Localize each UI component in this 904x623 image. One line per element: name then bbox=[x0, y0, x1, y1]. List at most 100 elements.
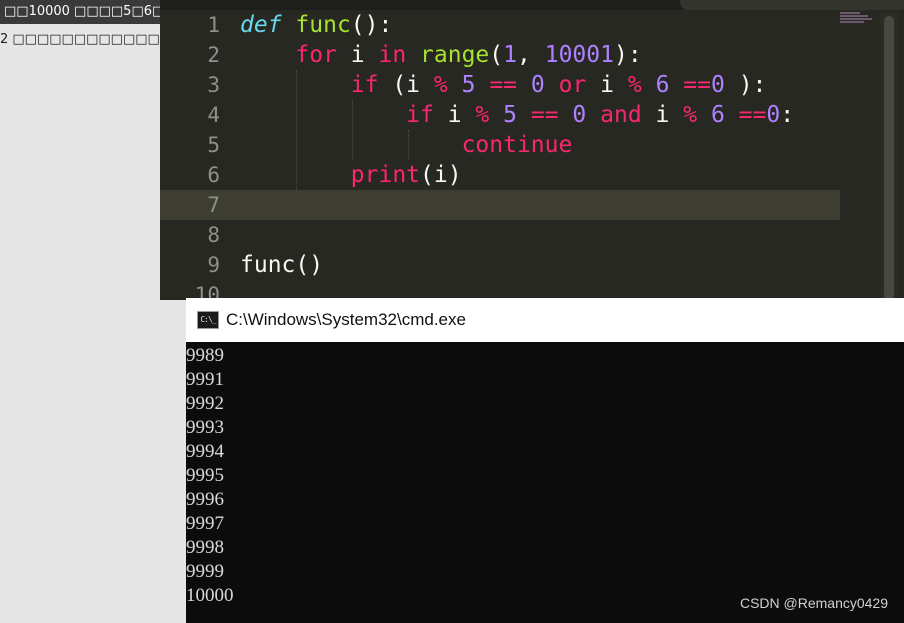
cmd-output[interactable]: 9989 9991 9992 9993 9994 9995 9996 9997 … bbox=[186, 344, 904, 608]
line-number: 8 bbox=[207, 223, 220, 247]
watermark: CSDN @Remancy0429 bbox=[739, 595, 888, 611]
code-text: : bbox=[780, 102, 795, 128]
output-line: 9993 bbox=[186, 417, 224, 438]
code-text: i bbox=[586, 72, 628, 98]
code-line-current[interactable]: 7 bbox=[160, 190, 840, 220]
cmd-window-title: C:\Windows\System32\cmd.exe bbox=[226, 310, 466, 329]
line-number: 6 bbox=[207, 163, 220, 187]
code-text: (): bbox=[350, 12, 393, 38]
number-literal: 0 bbox=[530, 72, 545, 98]
line-number: 1 bbox=[207, 13, 220, 37]
operator: % bbox=[475, 102, 490, 128]
output-line: 9996 bbox=[186, 489, 224, 510]
indent-guide bbox=[408, 130, 409, 160]
operator: % bbox=[627, 72, 642, 98]
terminal-icon: C:\_ bbox=[197, 311, 219, 329]
code-line[interactable]: 10 bbox=[160, 280, 840, 300]
code-line[interactable]: 3 if (i % 5 == 0 or i % 6 ==0 ): bbox=[160, 70, 840, 100]
continue-keyword: continue bbox=[461, 132, 573, 158]
output-line: 9989 bbox=[186, 345, 224, 366]
background-window-description: 2 □□□□□□□□□□□□□□□□□□ bbox=[0, 32, 160, 47]
cmd-window[interactable]: C:\_ C:\Windows\System32\cmd.exe 9989 99… bbox=[186, 298, 904, 623]
code-text: ): bbox=[613, 42, 642, 68]
number-literal: 5 bbox=[503, 102, 517, 128]
code-text: func() bbox=[240, 252, 324, 278]
line-number: 3 bbox=[207, 73, 220, 97]
operator: == bbox=[738, 102, 767, 128]
output-line: 9994 bbox=[186, 441, 224, 462]
or-keyword: or bbox=[558, 72, 587, 98]
line-number: 10 bbox=[194, 283, 220, 300]
indent-guide bbox=[296, 70, 297, 190]
code-text: (i bbox=[378, 72, 434, 98]
code-text: ( bbox=[489, 42, 504, 68]
background-window: □□10000 □□□□5□6□ 2 □□□□□□□□□□□□□□□□□□ bbox=[0, 0, 160, 623]
number-literal: 10001 bbox=[544, 42, 614, 68]
indent-guide bbox=[352, 100, 353, 160]
code-text: i bbox=[433, 102, 476, 128]
code-line[interactable]: 5 continue bbox=[160, 130, 840, 160]
code-line[interactable]: 9 func() bbox=[160, 250, 840, 280]
line-number: 2 bbox=[207, 43, 220, 67]
code-text: ): bbox=[724, 72, 767, 98]
operator: == bbox=[489, 72, 518, 98]
cmd-titlebar[interactable]: C:\_ C:\Windows\System32\cmd.exe bbox=[186, 298, 904, 342]
output-line: 9998 bbox=[186, 537, 224, 558]
minimap[interactable] bbox=[840, 12, 876, 32]
code-text: , bbox=[517, 42, 545, 68]
number-literal: 0 bbox=[766, 102, 781, 128]
number-literal: 6 bbox=[655, 72, 670, 98]
code-line[interactable]: 6 print(i) bbox=[160, 160, 840, 190]
for-keyword: for bbox=[295, 42, 337, 68]
def-keyword: def bbox=[240, 12, 282, 38]
code-line[interactable]: 4 if i % 5 == 0 and i % 6 ==0: bbox=[160, 100, 840, 130]
editor-tab-bar bbox=[160, 0, 904, 10]
range-builtin: range bbox=[420, 42, 490, 68]
editor-scrollbar-thumb[interactable] bbox=[884, 16, 894, 300]
code-line[interactable]: 8 bbox=[160, 220, 840, 250]
background-window-title: □□10000 □□□□5□6□ bbox=[0, 0, 160, 24]
operator: % bbox=[433, 72, 448, 98]
operator: == bbox=[683, 72, 711, 98]
function-name: func bbox=[295, 12, 351, 38]
code-line[interactable]: 1 def func(): bbox=[160, 10, 840, 40]
output-line: 9997 bbox=[186, 513, 224, 534]
code-line[interactable]: 2 for i in range(1, 10001): bbox=[160, 40, 840, 70]
line-number: 4 bbox=[207, 103, 220, 127]
operator: % bbox=[683, 102, 698, 128]
output-line: 9992 bbox=[186, 393, 224, 414]
code-editor[interactable]: 1 def func(): 2 for i in range(1, 10001)… bbox=[160, 0, 904, 300]
number-literal: 5 bbox=[461, 72, 476, 98]
and-keyword: and bbox=[600, 102, 642, 128]
code-text: (i) bbox=[420, 162, 462, 188]
code-text: i bbox=[336, 42, 379, 68]
line-number: 5 bbox=[207, 133, 220, 157]
line-number: 7 bbox=[207, 193, 220, 217]
print-builtin: print bbox=[350, 162, 421, 188]
number-literal: 0 bbox=[710, 72, 725, 98]
if-keyword: if bbox=[350, 72, 379, 98]
operator: == bbox=[530, 102, 559, 128]
number-literal: 1 bbox=[503, 42, 518, 68]
in-keyword: in bbox=[378, 42, 407, 68]
line-number: 9 bbox=[207, 253, 220, 277]
output-line: 9995 bbox=[186, 465, 224, 486]
output-line: 9991 bbox=[186, 369, 224, 390]
output-line: 9999 bbox=[186, 561, 224, 582]
if-keyword: if bbox=[406, 102, 434, 128]
code-text: i bbox=[641, 102, 684, 128]
number-literal: 0 bbox=[572, 102, 587, 128]
number-literal: 6 bbox=[710, 102, 725, 128]
